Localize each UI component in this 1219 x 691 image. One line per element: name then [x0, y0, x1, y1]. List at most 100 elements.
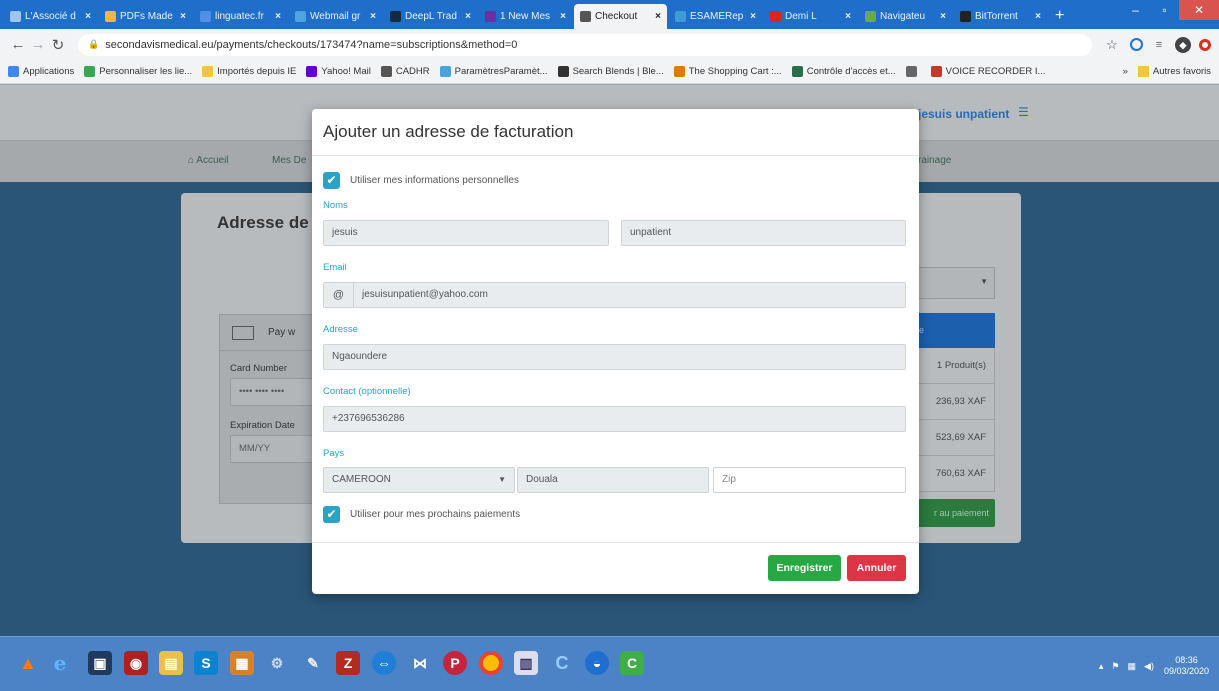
use-personal-info-row[interactable]: ✔ Utiliser mes informations personnelles	[323, 172, 519, 189]
contact-input[interactable]: +237696536286	[323, 406, 906, 432]
back-icon[interactable]: ←	[8, 36, 28, 53]
browser-tab[interactable]: linguatec.fr ×	[194, 4, 287, 29]
clock[interactable]: 08:36 09/03/2020	[1164, 655, 1209, 677]
use-for-next-label: Utiliser pour mes prochains paiements	[350, 509, 521, 520]
at-icon: @	[323, 282, 353, 308]
pen-tool-icon[interactable]: ✎	[301, 651, 325, 675]
browser-tab[interactable]: PDFs Made ×	[99, 4, 192, 29]
proceed-to-payment-button[interactable]: r au paiement	[910, 499, 995, 527]
app-p-icon[interactable]: P	[443, 651, 467, 675]
nav-sponsorship[interactable]: rainage	[918, 155, 951, 166]
bookmark-item[interactable]: Applications	[8, 66, 74, 77]
tab-favicon-icon	[485, 11, 496, 22]
zip-input[interactable]: Zip	[713, 467, 906, 493]
bookmark-item[interactable]: Contrôle d'accès et...	[791, 66, 896, 77]
bookmark-item[interactable]: Yahoo! Mail	[306, 66, 371, 77]
app-orange-icon[interactable]: ▦	[230, 651, 254, 675]
extension-menu-icon[interactable]: ≡	[1151, 37, 1167, 53]
menu-icon[interactable]: ☰	[1018, 105, 1029, 119]
other-bookmarks[interactable]: Autres favoris	[1153, 66, 1211, 77]
email-input[interactable]: jesuisunpatient@yahoo.com	[353, 282, 906, 308]
window-close-icon[interactable]: ✕	[1179, 0, 1219, 20]
tab-close-icon[interactable]: ×	[750, 11, 756, 22]
browser-tab[interactable]: BitTorrent ×	[954, 4, 1047, 29]
internet-explorer-icon[interactable]: e	[48, 651, 72, 675]
bookmark-item[interactable]: VOICE RECORDER I...	[930, 66, 1045, 77]
teamviewer-icon[interactable]: ⇔	[372, 651, 396, 675]
tray-volume-icon[interactable]: ◀)	[1144, 661, 1154, 672]
browser-tab[interactable]: Navigateu ×	[859, 4, 952, 29]
bookmarks-overflow-icon[interactable]: »	[1123, 66, 1128, 77]
url-bar[interactable]: 🔒 secondavismedical.eu/payments/checkout…	[78, 33, 1092, 56]
nav-home[interactable]: ⌂ Accueil	[188, 155, 229, 166]
vlc-icon[interactable]: ▲	[16, 651, 40, 675]
browser-tab[interactable]: Checkout ×	[574, 4, 667, 29]
first-name-input[interactable]: jesuis	[323, 220, 609, 246]
checkbox-checked-icon[interactable]: ✔	[323, 172, 340, 189]
browser-tab[interactable]: ESAMERep ×	[669, 4, 762, 29]
skype-icon[interactable]: S	[194, 651, 218, 675]
bookmark-item[interactable]: Search Blends | Ble...	[557, 66, 664, 77]
save-button[interactable]: Enregistrer	[768, 555, 841, 581]
bookmark-item[interactable]: ParamètresParamèt...	[439, 66, 548, 77]
tray-arrow-icon[interactable]: ▴	[1099, 661, 1104, 672]
maximize-icon[interactable]: ▫	[1150, 0, 1179, 20]
chrome-icon[interactable]	[479, 651, 503, 675]
new-tab-button[interactable]: +	[1055, 7, 1064, 25]
forward-icon[interactable]: →	[28, 36, 48, 53]
minimize-icon[interactable]: –	[1121, 0, 1150, 20]
tab-close-icon[interactable]: ×	[180, 11, 186, 22]
country-select[interactable]: CAMEROON ▼	[323, 467, 515, 493]
tab-close-icon[interactable]: ×	[655, 11, 661, 22]
address-input[interactable]: Ngaoundere	[323, 344, 906, 370]
bookmark-item[interactable]: CADHR	[380, 66, 430, 77]
city-input[interactable]: Douala	[517, 467, 709, 493]
star-icon[interactable]: ☆	[1102, 37, 1122, 53]
bookmark-item[interactable]: The Shopping Cart :...	[673, 66, 782, 77]
tab-close-icon[interactable]: ×	[845, 11, 851, 22]
tab-close-icon[interactable]: ×	[560, 11, 566, 22]
app-blue-icon[interactable]: ▣	[88, 651, 112, 675]
tab-close-icon[interactable]: ×	[275, 11, 281, 22]
use-for-next-row[interactable]: ✔ Utiliser pour mes prochains paiements	[323, 506, 520, 523]
bookmark-item[interactable]	[905, 66, 921, 77]
filezilla-icon[interactable]: Z	[336, 651, 360, 675]
bookmark-item[interactable]: Importés depuis IE	[202, 66, 296, 77]
cancel-button[interactable]: Annuler	[847, 555, 906, 581]
tray-network-icon[interactable]: ▦	[1128, 661, 1137, 672]
extension-opera-icon[interactable]	[1130, 38, 1143, 51]
app-green-c-icon[interactable]: C	[620, 651, 644, 675]
network-icon[interactable]: ⚙	[265, 651, 289, 675]
file-explorer-icon[interactable]: ▤	[159, 651, 183, 675]
extension-red-icon[interactable]	[1199, 38, 1211, 51]
browser-tab[interactable]: Webmail gr ×	[289, 4, 382, 29]
app-c-icon[interactable]: C	[550, 651, 574, 675]
tab-favicon-icon	[390, 11, 401, 22]
tab-close-icon[interactable]: ×	[940, 11, 946, 22]
background-select[interactable]: ▼	[910, 267, 995, 299]
nav-my-items[interactable]: Mes De	[272, 155, 306, 166]
chevron-down-icon: ▼	[498, 475, 506, 484]
browser-tab[interactable]: L'Associé d ×	[4, 4, 97, 29]
reload-icon[interactable]: ↻	[48, 36, 68, 54]
bookmark-item[interactable]: Personnaliser les lie...	[84, 66, 192, 77]
browser-tab[interactable]: Demi L ×	[764, 4, 857, 29]
power-app-icon[interactable]: ◉	[124, 651, 148, 675]
app-window-icon[interactable]: ▥	[514, 651, 538, 675]
tray-flag-icon[interactable]: ⚑	[1111, 661, 1119, 672]
tab-close-icon[interactable]: ×	[85, 11, 91, 22]
tab-close-icon[interactable]: ×	[1035, 11, 1041, 22]
checkbox-checked-icon[interactable]: ✔	[323, 506, 340, 523]
last-name-input[interactable]: unpatient	[621, 220, 906, 246]
browser-tab[interactable]: DeepL Trad ×	[384, 4, 477, 29]
app-globe-icon[interactable]: ◒	[585, 651, 609, 675]
browser-tab[interactable]: 1 New Mes ×	[479, 4, 572, 29]
bookmark-icon	[930, 66, 942, 77]
visual-studio-icon[interactable]: ⋈	[408, 651, 432, 675]
username[interactable]: jesuis unpatient	[918, 107, 1009, 121]
tab-close-icon[interactable]: ×	[370, 11, 376, 22]
bookmark-icon	[791, 66, 803, 77]
bookmark-icon	[380, 66, 392, 77]
extension-shield-icon[interactable]: ◆	[1175, 36, 1191, 53]
tab-close-icon[interactable]: ×	[465, 11, 471, 22]
